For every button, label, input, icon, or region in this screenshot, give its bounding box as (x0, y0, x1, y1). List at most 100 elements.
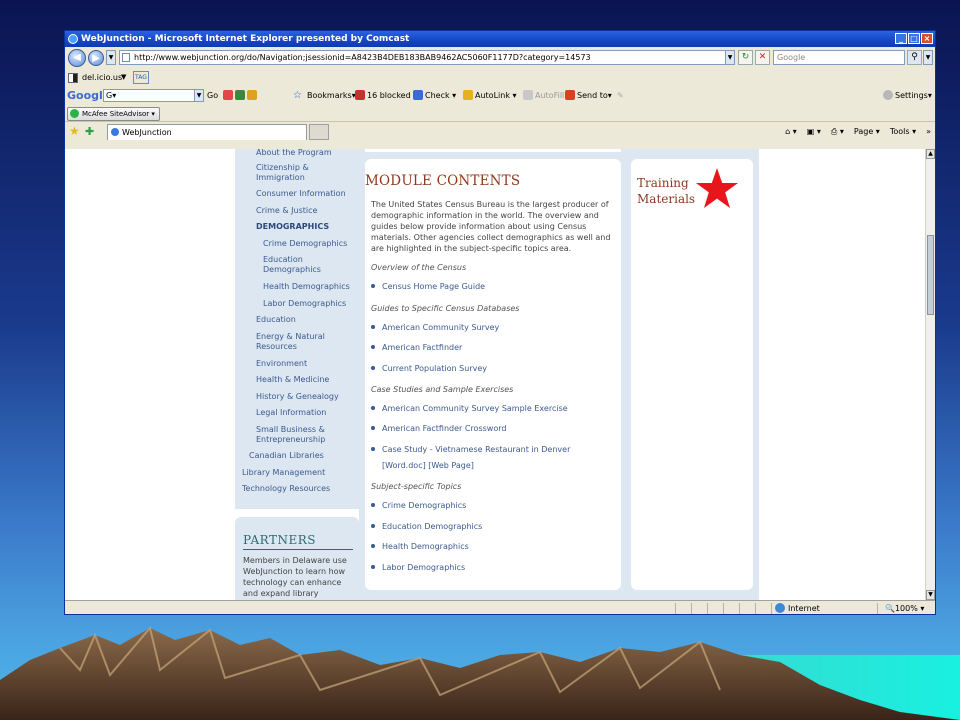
history-dropdown-icon[interactable]: ▼ (106, 50, 116, 65)
module-title: MODULE CONTENTS (365, 173, 521, 189)
bookmarks-star-icon: ☆ (293, 90, 302, 101)
address-dropdown-icon[interactable]: ▼ (725, 50, 735, 65)
scroll-down-icon[interactable]: ▼ (926, 590, 935, 600)
nav-education-demographics[interactable]: Education (263, 255, 303, 265)
refresh-icon[interactable]: ↻ (738, 50, 753, 65)
nav-labor-demographics[interactable]: Labor Demographics (263, 299, 346, 309)
settings-label: Settings▾ (895, 91, 932, 100)
bookmarks-button[interactable]: Bookmarks▾ (307, 87, 356, 105)
feeds-icon[interactable]: ▣ ▾ (807, 122, 821, 142)
link-factfinder-crossword[interactable]: American Factfinder Crossword (371, 424, 506, 434)
back-button[interactable]: ◀ (68, 49, 86, 67)
nav-energy[interactable]: Energy & Natural (256, 332, 325, 342)
vertical-scrollbar[interactable]: ▲ ▼ (925, 149, 935, 600)
check-label: Check (425, 91, 450, 100)
nav-health-medicine[interactable]: Health & Medicine (256, 375, 329, 385)
home-icon[interactable]: ⌂ ▾ (785, 122, 797, 142)
link-case-study-formats[interactable]: [Word.doc] [Web Page] (382, 461, 474, 471)
add-favorites-icon[interactable]: ✚ (85, 125, 94, 138)
link-case-study-vietnamese-restaurant[interactable]: Case Study - Vietnamese Restaurant in De… (371, 445, 570, 455)
print-icon[interactable]: ⎙ ▾ (831, 122, 844, 142)
nav-education[interactable]: Education (256, 315, 296, 325)
module-contents-panel: MODULE CONTENTS The United States Census… (365, 159, 621, 590)
section-heading: Guides to Specific Census Databases (371, 304, 520, 313)
nav-library-management[interactable]: Library Management (242, 468, 325, 478)
autofill-button[interactable]: AutoFill (523, 87, 564, 105)
search-icon[interactable]: ⚲ (907, 50, 922, 65)
nav-demographics[interactable]: DEMOGRAPHICS (256, 222, 329, 232)
send-to-button[interactable]: Send to▾ (565, 87, 612, 105)
toolbar-icons[interactable] (223, 87, 259, 105)
nav-crime-justice[interactable]: Crime & Justice (256, 206, 317, 216)
link-american-community-survey[interactable]: American Community Survey (371, 323, 499, 333)
link-health-demographics[interactable]: Health Demographics (371, 542, 469, 552)
pen-icon[interactable]: ✎ (617, 87, 624, 105)
nav-crime-demographics[interactable]: Crime Demographics (263, 239, 347, 249)
send-to-label: Send to▾ (577, 91, 612, 100)
nav-health-demographics[interactable]: Health Demographics (263, 282, 350, 292)
google-dropdown-icon[interactable]: ▼ (194, 89, 204, 102)
nav-consumer-information[interactable]: Consumer Information (256, 189, 346, 199)
section-heading: Overview of the Census (371, 263, 467, 272)
tools-menu[interactable]: Tools ▾ (890, 122, 916, 142)
page-menu[interactable]: Page ▾ (854, 122, 880, 142)
nav-technology-resources[interactable]: Technology Resources (242, 484, 330, 494)
close-button[interactable]: × (921, 33, 933, 44)
tag-button[interactable]: TAG (133, 71, 149, 84)
address-bar[interactable]: http://www.webjunction.org/do/Navigation… (119, 50, 727, 65)
minimize-button[interactable]: _ (895, 33, 907, 44)
stop-icon[interactable]: ✕ (755, 50, 770, 65)
link-american-factfinder[interactable]: American Factfinder (371, 343, 462, 353)
zoom-level[interactable]: 🔍100% ▾ (885, 601, 924, 614)
browser-window: WebJunction - Microsoft Internet Explore… (64, 30, 936, 615)
nav-history-genealogy[interactable]: History & Genealogy (256, 392, 339, 402)
forward-button[interactable]: ▶ (88, 50, 104, 66)
mcafee-toolbar: McAfee SiteAdvisor ▾ (65, 105, 935, 121)
link-current-population-survey[interactable]: Current Population Survey (371, 364, 487, 374)
autolink-button[interactable]: AutoLink ▾ (463, 87, 517, 105)
google-search-input[interactable]: G▾ (103, 89, 203, 102)
link-crime-demographics[interactable]: Crime Demographics (371, 501, 466, 511)
more-chevron-icon[interactable]: » (926, 122, 931, 142)
new-tab-button[interactable] (309, 124, 329, 140)
settings-button[interactable]: Settings▾ (883, 87, 932, 105)
nav-about-program[interactable]: About the Program (256, 149, 332, 158)
red-star-icon (696, 168, 738, 208)
google-toolbar: Google G▾ ▼ Go ☆ Bookmarks▾ 16 blocked C… (65, 87, 935, 105)
nav-education-demographics-2[interactable]: Demographics (263, 265, 321, 275)
partners-title: PARTNERS (243, 533, 316, 547)
section-heading: Subject-specific Topics (371, 482, 462, 491)
nav-legal-information[interactable]: Legal Information (256, 408, 326, 418)
nav-canadian-libraries[interactable]: Canadian Libraries (249, 451, 324, 461)
search-input[interactable]: Google (773, 50, 905, 65)
link-acs-sample-exercise[interactable]: American Community Survey Sample Exercis… (371, 404, 568, 414)
window-title: WebJunction - Microsoft Internet Explore… (81, 34, 410, 44)
link-labor-demographics[interactable]: Labor Demographics (371, 563, 465, 573)
address-row: ◀ ▶ ▼ http://www.webjunction.org/do/Navi… (65, 47, 935, 69)
address-text: http://www.webjunction.org/do/Navigation… (134, 53, 591, 62)
nav-citizenship-2[interactable]: Immigration (256, 173, 305, 183)
title-bar: WebJunction - Microsoft Internet Explore… (65, 31, 935, 47)
nav-citizenship[interactable]: Citizenship & (256, 163, 309, 173)
nav-small-business[interactable]: Small Business & (256, 425, 325, 435)
scroll-thumb[interactable] (927, 235, 934, 315)
section-heading: Case Studies and Sample Exercises (371, 385, 514, 394)
link-census-home-page-guide[interactable]: Census Home Page Guide (371, 282, 485, 292)
mcafee-siteadvisor-button[interactable]: McAfee SiteAdvisor ▾ (67, 107, 160, 121)
popup-blocker-button[interactable]: 16 blocked (355, 87, 411, 105)
scroll-up-icon[interactable]: ▲ (926, 149, 935, 159)
page-content: About the Program Citizenship & Immigrat… (65, 149, 925, 600)
tab-webjunction[interactable]: WebJunction (107, 124, 307, 140)
search-options-icon[interactable]: ▼ (923, 50, 933, 65)
maximize-button[interactable]: □ (908, 33, 920, 44)
delicious-button[interactable]: del.icio.us (82, 73, 122, 82)
link-education-demographics[interactable]: Education Demographics (371, 522, 482, 532)
nav-small-business-2[interactable]: Entrepreneurship (256, 435, 325, 445)
spellcheck-button[interactable]: Check ▾ (413, 87, 456, 105)
go-button[interactable]: Go (207, 87, 218, 105)
left-navigation: About the Program Citizenship & Immigrat… (235, 149, 359, 509)
favorites-star-icon[interactable]: ★ (69, 124, 80, 138)
nav-environment[interactable]: Environment (256, 359, 307, 369)
nav-energy-2[interactable]: Resources (256, 342, 297, 352)
security-zone[interactable]: Internet (771, 601, 820, 614)
